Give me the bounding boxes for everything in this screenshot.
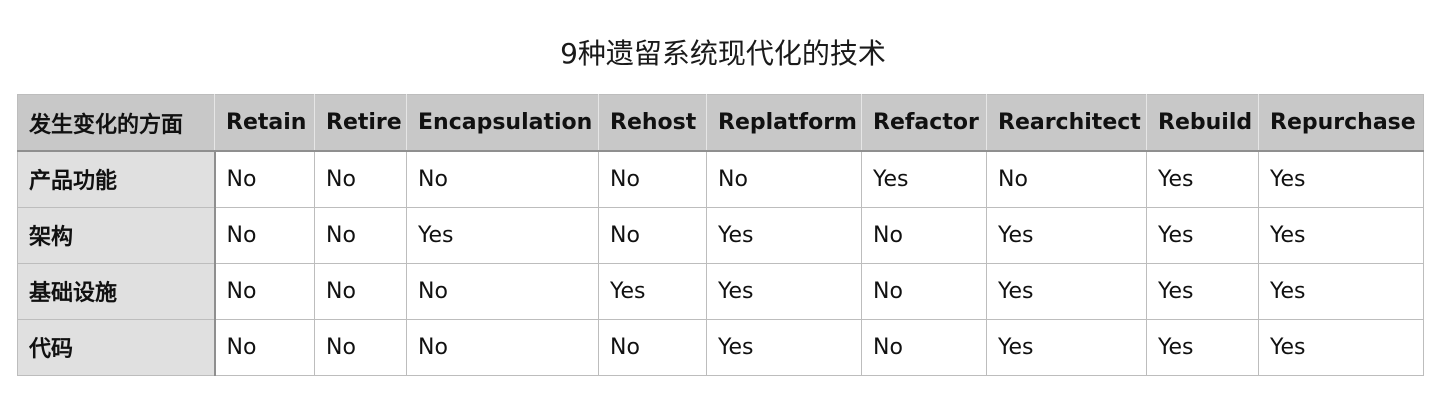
column-header-retire: Retire	[314, 94, 407, 152]
table-cell: No	[861, 318, 987, 376]
table-row: 产品功能 No No No No No Yes No Yes Yes	[17, 150, 1424, 208]
column-header-rebuild: Rebuild	[1146, 94, 1259, 152]
table-cell: Yes	[706, 262, 862, 320]
table-cell: Yes	[706, 318, 862, 376]
column-header-aspect: 发生变化的方面	[17, 94, 215, 152]
column-header-rehost: Rehost	[598, 94, 707, 152]
table-cell: No	[406, 150, 599, 208]
table-cell: Yes	[1146, 206, 1259, 264]
table-cell: No	[598, 206, 707, 264]
row-header: 代码	[17, 318, 216, 376]
table-cell: No	[314, 150, 407, 208]
table-cell: No	[314, 262, 407, 320]
table-cell: No	[214, 318, 315, 376]
modernization-table: 发生变化的方面 Retain Retire Encapsulation Reho…	[17, 94, 1424, 376]
column-header-repurchase: Repurchase	[1258, 94, 1424, 152]
table-cell: No	[706, 150, 862, 208]
table-cell: No	[214, 206, 315, 264]
table-cell: Yes	[706, 206, 862, 264]
table-cell: Yes	[598, 262, 707, 320]
table-row: 架构 No No Yes No Yes No Yes Yes Yes	[17, 206, 1424, 264]
table-cell: No	[406, 318, 599, 376]
page-title: 9种遗留系统现代化的技术	[560, 37, 886, 70]
table-cell: Yes	[406, 206, 599, 264]
table-cell: No	[861, 206, 987, 264]
row-header: 基础设施	[17, 262, 216, 320]
table-cell: Yes	[1258, 206, 1424, 264]
table-cell: Yes	[1258, 262, 1424, 320]
table-cell: No	[314, 206, 407, 264]
table-cell: No	[314, 318, 407, 376]
table-cell: Yes	[986, 206, 1147, 264]
row-header: 架构	[17, 206, 216, 264]
column-header-encapsulation: Encapsulation	[406, 94, 599, 152]
table-cell: No	[598, 318, 707, 376]
table-cell: No	[214, 150, 315, 208]
table-cell: Yes	[1146, 318, 1259, 376]
table-cell: No	[214, 262, 315, 320]
table-cell: No	[598, 150, 707, 208]
table-cell: Yes	[1258, 318, 1424, 376]
column-header-refactor: Refactor	[861, 94, 987, 152]
column-header-retain: Retain	[214, 94, 315, 152]
table-cell: Yes	[861, 150, 987, 208]
row-header: 产品功能	[17, 150, 216, 208]
header-row: 发生变化的方面 Retain Retire Encapsulation Reho…	[17, 94, 1424, 152]
table-cell: Yes	[1146, 262, 1259, 320]
table-row: 基础设施 No No No Yes Yes No Yes Yes Yes	[17, 262, 1424, 320]
table-row: 代码 No No No No Yes No Yes Yes Yes	[17, 318, 1424, 376]
column-header-rearchitect: Rearchitect	[986, 94, 1147, 152]
table-cell: Yes	[986, 262, 1147, 320]
table-cell: No	[861, 262, 987, 320]
column-header-replatform: Replatform	[706, 94, 862, 152]
table-cell: Yes	[1258, 150, 1424, 208]
table-cell: No	[986, 150, 1147, 208]
table-cell: Yes	[986, 318, 1147, 376]
table-cell: No	[406, 262, 599, 320]
table-cell: Yes	[1146, 150, 1259, 208]
